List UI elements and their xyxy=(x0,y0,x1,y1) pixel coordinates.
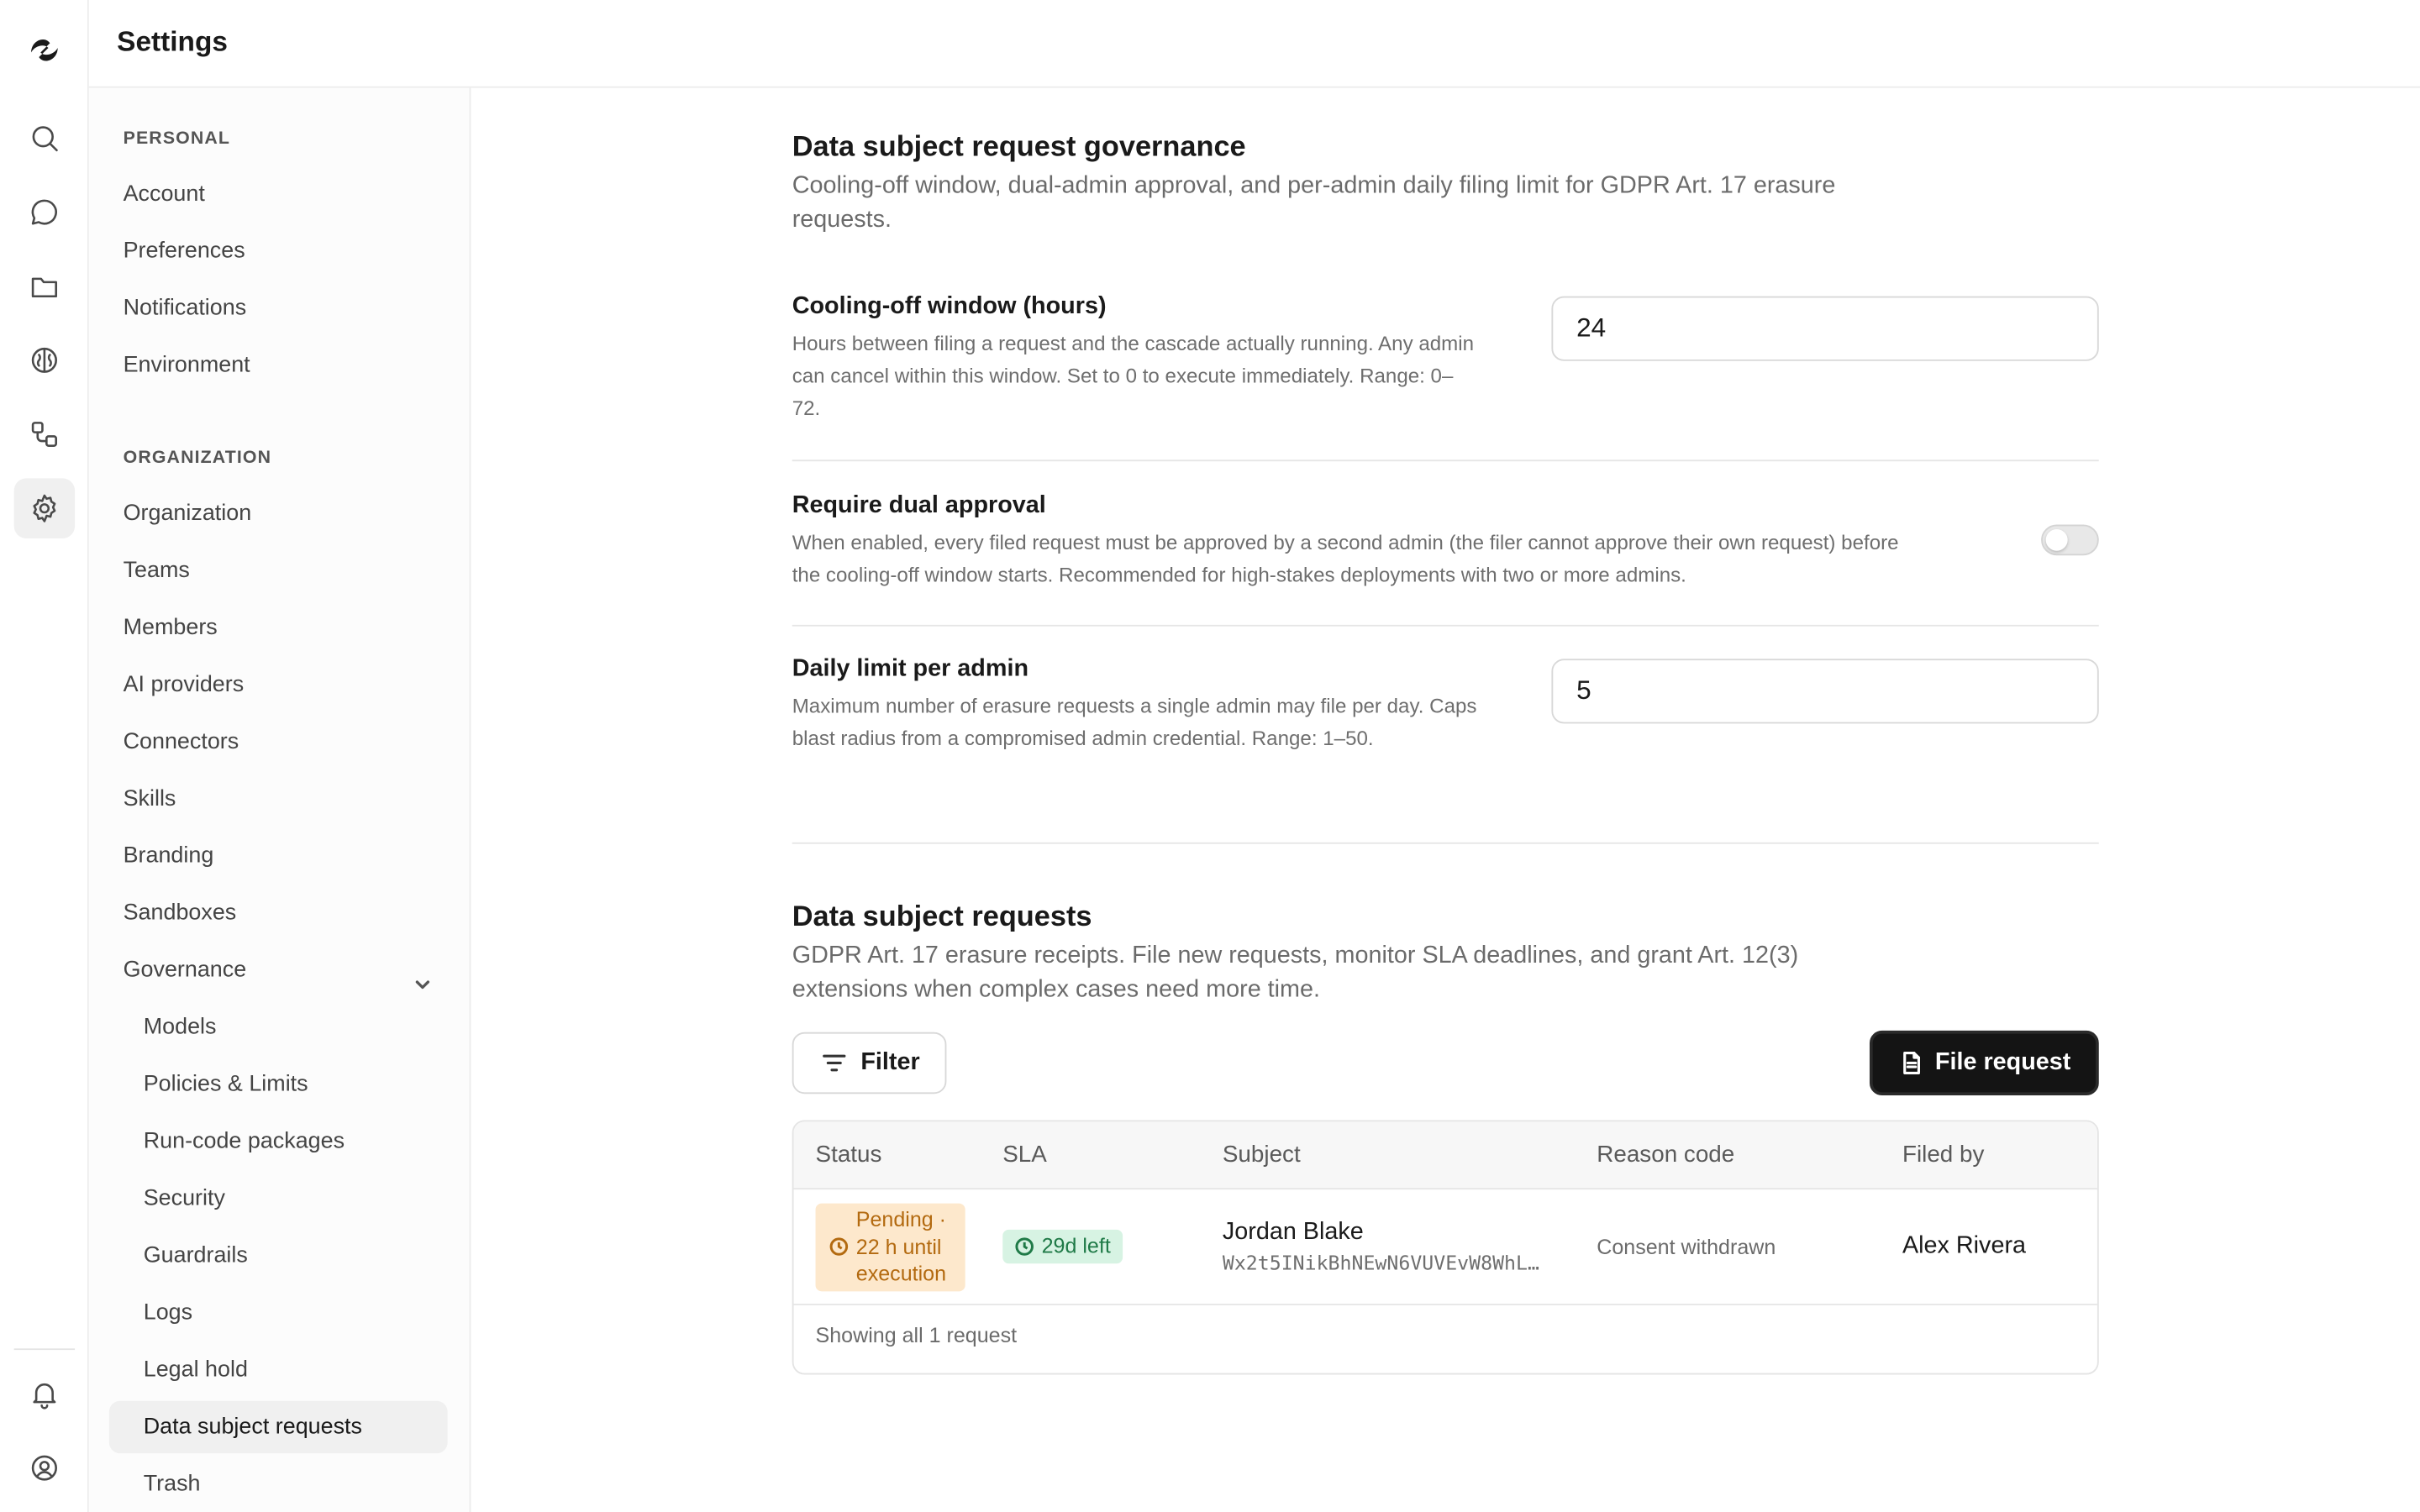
subject-name: Jordan Blake xyxy=(1222,1218,1364,1246)
status-badge: Pending · 22 h until execution xyxy=(815,1203,965,1292)
search-icon[interactable] xyxy=(14,108,75,169)
cooling-off-label: Cooling-off window (hours) xyxy=(792,292,1107,320)
toggle-knob xyxy=(2045,528,2068,551)
cooling-off-help: Hours between filing a request and the c… xyxy=(792,331,1475,420)
dual-approval-help: When enabled, every filed request must b… xyxy=(792,530,1899,586)
subject-id: Wx2t5INikBhNEwN6VUVEvW8WhL… xyxy=(1222,1251,1539,1275)
column-header-filed-by[interactable]: Filed by xyxy=(1902,1142,1984,1168)
governance-title: Data subject request governance xyxy=(792,129,1246,162)
sidebar-item-data-subject-requests[interactable]: Data subject requests xyxy=(108,1400,448,1454)
reason-code: Consent withdrawn xyxy=(1597,1236,1776,1259)
daily-limit-input[interactable] xyxy=(1551,659,2099,724)
top-header: Settings xyxy=(88,0,2420,88)
table-row[interactable]: Pending · 22 h until execution 29d left … xyxy=(793,1189,2097,1305)
sidebar-item-teams[interactable]: Teams xyxy=(109,544,448,596)
filter-icon xyxy=(823,1054,846,1072)
page-title: Settings xyxy=(117,26,228,57)
bell-icon[interactable] xyxy=(14,1364,75,1425)
column-header-reason-code[interactable]: Reason code xyxy=(1597,1142,1734,1168)
chat-icon[interactable] xyxy=(14,182,75,243)
chevron-down-icon xyxy=(413,961,432,990)
file-request-label: File request xyxy=(1934,1048,2071,1076)
column-header-sla[interactable]: SLA xyxy=(1002,1142,1047,1168)
filter-button-label: Filter xyxy=(860,1048,920,1076)
app-root: Settings PERSONAL Account Preferences No… xyxy=(0,0,2420,1512)
requests-title: Data subject requests xyxy=(792,899,1092,932)
sidebar-item-notifications[interactable]: Notifications xyxy=(109,282,448,334)
status-line-2: 22 h until xyxy=(855,1235,942,1258)
clock-icon xyxy=(1015,1237,1034,1256)
section-heading-organization: ORGANIZATION xyxy=(123,449,272,468)
table-header: Status SLA Subject Reason code Filed by xyxy=(793,1121,2097,1190)
sidebar-item-run-code-packages[interactable]: Run-code packages xyxy=(109,1116,448,1168)
sidebar-item-branding[interactable]: Branding xyxy=(109,830,448,882)
daily-limit-label: Daily limit per admin xyxy=(792,655,1029,682)
document-icon xyxy=(1903,1051,1921,1074)
rail-divider xyxy=(13,1348,76,1351)
filter-button[interactable]: Filter xyxy=(792,1032,947,1095)
sidebar-item-legal-hold[interactable]: Legal hold xyxy=(109,1344,448,1396)
icon-rail xyxy=(0,0,89,1512)
folder-icon[interactable] xyxy=(14,256,75,317)
requests-table: Status SLA Subject Reason code Filed by … xyxy=(792,1120,2099,1375)
sidebar-item-sandboxes[interactable]: Sandboxes xyxy=(109,887,448,939)
requests-description: GDPR Art. 17 erasure receipts. File new … xyxy=(792,942,1799,1003)
sidebar-item-preferences[interactable]: Preferences xyxy=(109,225,448,277)
dual-approval-label: Require dual approval xyxy=(792,491,1046,519)
clock-icon xyxy=(829,1237,849,1256)
brain-icon[interactable] xyxy=(14,330,75,391)
sidebar-item-logs[interactable]: Logs xyxy=(109,1287,448,1339)
workflow-icon[interactable] xyxy=(14,404,75,465)
sidebar-item-ai-providers[interactable]: AI providers xyxy=(109,659,448,711)
sidebar-item-guardrails[interactable]: Guardrails xyxy=(109,1230,448,1282)
sidebar-item-trash[interactable]: Trash xyxy=(109,1458,448,1510)
sidebar-item-models[interactable]: Models xyxy=(109,1001,448,1053)
sla-badge: 29d left xyxy=(1002,1229,1123,1264)
sidebar-item-members[interactable]: Members xyxy=(109,601,448,654)
governance-description: Cooling-off window, dual-admin approval,… xyxy=(792,172,1836,234)
sla-text: 29d left xyxy=(1041,1234,1111,1257)
user-circle-icon[interactable] xyxy=(14,1438,75,1499)
sidebar-item-governance[interactable]: Governance xyxy=(109,944,448,996)
logo-icon[interactable] xyxy=(25,31,64,70)
file-request-button[interactable]: File request xyxy=(1869,1030,2099,1096)
daily-limit-help: Maximum number of erasure requests a sin… xyxy=(792,694,1477,750)
dual-approval-toggle[interactable] xyxy=(2041,524,2099,556)
cooling-off-input[interactable] xyxy=(1551,296,2099,361)
status-line-3: execution xyxy=(855,1262,947,1285)
status-line-1: Pending · xyxy=(855,1208,947,1231)
sidebar-item-skills[interactable]: Skills xyxy=(109,773,448,825)
sidebar-item-governance-label: Governance xyxy=(123,958,247,983)
sidebar-item-connectors[interactable]: Connectors xyxy=(109,716,448,768)
section-heading-personal: PERSONAL xyxy=(123,129,231,149)
sidebar-item-security[interactable]: Security xyxy=(109,1173,448,1225)
gear-icon[interactable] xyxy=(13,478,76,539)
column-header-subject[interactable]: Subject xyxy=(1223,1142,1301,1168)
divider xyxy=(792,624,2099,627)
settings-sidebar: PERSONAL Account Preferences Notificatio… xyxy=(88,87,471,1512)
table-footer: Showing all 1 request xyxy=(815,1323,1018,1347)
divider xyxy=(792,842,2099,844)
sidebar-item-organization[interactable]: Organization xyxy=(109,487,448,539)
filed-by: Alex Rivera xyxy=(1902,1232,2027,1259)
sidebar-item-policies-limits[interactable]: Policies & Limits xyxy=(109,1058,448,1110)
sidebar-item-account[interactable]: Account xyxy=(109,168,448,220)
divider xyxy=(792,459,2099,462)
column-header-status[interactable]: Status xyxy=(816,1142,882,1168)
main-content: Data subject request governance Cooling-… xyxy=(471,87,2420,1512)
sidebar-item-environment[interactable]: Environment xyxy=(109,339,448,391)
